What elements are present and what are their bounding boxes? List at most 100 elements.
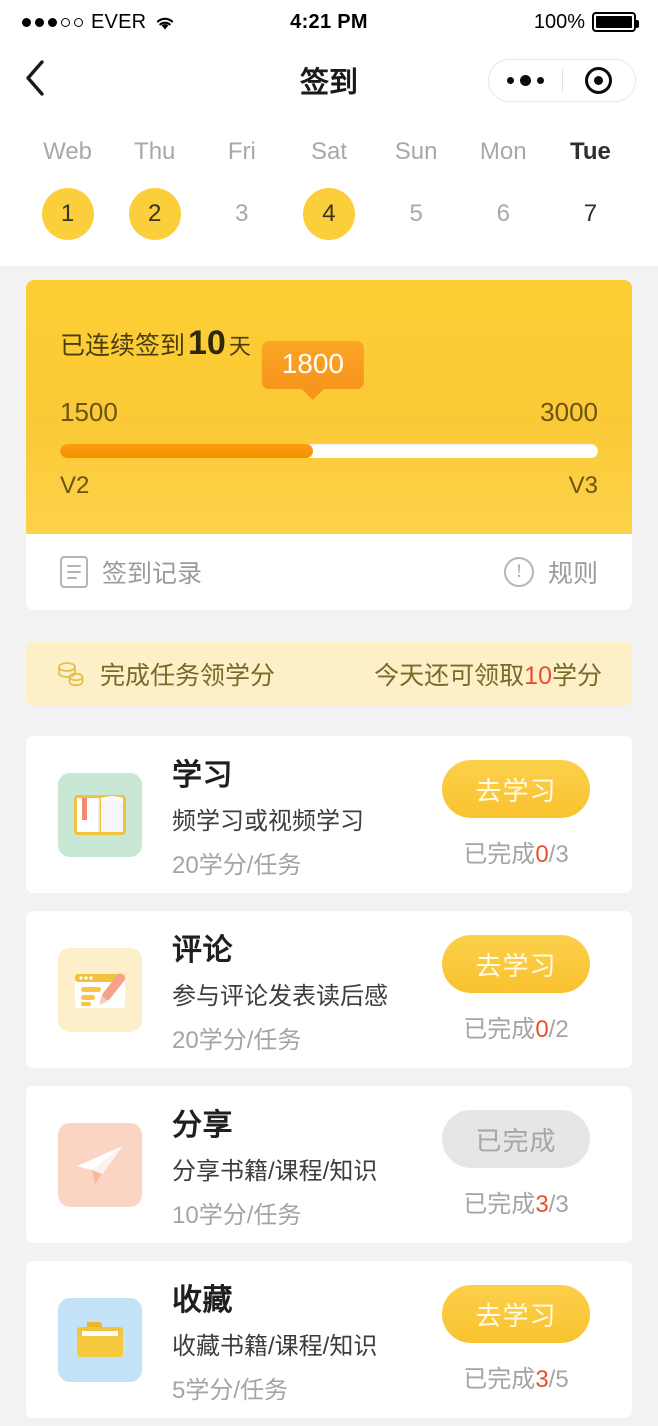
task-progress: 已完成0/2 <box>432 1009 600 1044</box>
week-day-name: Fri <box>227 138 256 165</box>
progress-current-bubble: 1800 <box>261 341 365 389</box>
streak-prefix: 已连续签到 <box>60 332 186 360</box>
app-screen: EVER 4:21 PM 100% 签到 Web 1 Thu 2 Fri 3 S… <box>0 0 658 1426</box>
task-action: 去学习 已完成3/5 <box>432 1285 600 1394</box>
task-action-button[interactable]: 去学习 <box>442 935 590 993</box>
credits-remaining-suffix: 学分 <box>551 662 602 690</box>
week-day-column[interactable]: Sat 4 <box>285 138 372 240</box>
signin-record-button[interactable]: 签到记录 <box>60 554 202 590</box>
task-action: 去学习 已完成0/3 <box>432 760 600 869</box>
rules-label: 规则 <box>547 560 598 588</box>
task-progress-prefix: 已完成 <box>463 1366 536 1393</box>
progress-track[interactable] <box>60 444 598 458</box>
comment-pencil-icon <box>58 947 142 1032</box>
streak-days: 10 <box>188 324 226 362</box>
task-title: 分享 <box>172 1108 233 1142</box>
week-day-column[interactable]: Mon 6 <box>460 138 547 240</box>
week-day-badge[interactable]: 6 <box>477 188 529 240</box>
task-row[interactable]: 分享 分享书籍/课程/知识 10学分/任务 已完成 已完成3/3 <box>26 1086 632 1243</box>
task-progress-prefix: 已完成 <box>463 841 536 868</box>
task-progress-total: /2 <box>548 1016 569 1043</box>
task-progress-done: 0 <box>535 1016 549 1043</box>
task-progress: 已完成0/3 <box>432 834 600 869</box>
week-day-name: Sun <box>394 138 438 165</box>
nav-bar: 签到 <box>0 44 658 116</box>
task-progress-total: /3 <box>548 1191 569 1218</box>
status-bar: EVER 4:21 PM 100% <box>0 0 658 44</box>
credits-banner-left: 完成任务领学分 <box>56 656 275 692</box>
level-from-label: V2 <box>60 472 90 499</box>
week-day-column[interactable]: Web 1 <box>24 138 111 240</box>
week-day-column[interactable]: Fri 3 <box>198 138 285 240</box>
signin-card: 已连续签到 10 天 1500 3000 1800 V2 V3 <box>26 280 632 534</box>
week-day-badge[interactable]: 5 <box>390 188 442 240</box>
task-credit: 20学分/任务 <box>172 1026 302 1054</box>
task-progress-done: 3 <box>535 1366 549 1393</box>
progress-max-label: 3000 <box>540 397 598 427</box>
week-day-name: Sat <box>310 138 347 165</box>
task-progress: 已完成3/5 <box>432 1359 600 1394</box>
task-info: 分享 分享书籍/课程/知识 10学分/任务 <box>142 1100 432 1230</box>
task-row[interactable]: 收藏 收藏书籍/课程/知识 5学分/任务 去学习 已完成3/5 <box>26 1261 632 1418</box>
week-day-name: Thu <box>134 138 176 165</box>
signin-card-wrap: 已连续签到 10 天 1500 3000 1800 V2 V3 <box>0 266 658 534</box>
task-action: 已完成 已完成3/3 <box>432 1110 600 1219</box>
week-day-column[interactable]: Sun 5 <box>373 138 460 240</box>
exclamation-circle-icon: ! <box>503 557 534 587</box>
task-progress: 已完成3/3 <box>432 1184 600 1219</box>
paper-plane-icon <box>58 1122 142 1207</box>
week-strip: Web 1 Thu 2 Fri 3 Sat 4 Sun 5 Mon 6 Tue … <box>0 116 658 266</box>
week-day-badge[interactable]: 4 <box>302 188 355 240</box>
week-day-badge[interactable]: 3 <box>216 188 268 240</box>
rules-button[interactable]: ! 规则 <box>503 554 598 590</box>
record-list-icon <box>60 556 88 588</box>
task-action-button[interactable]: 去学习 <box>442 1285 590 1343</box>
task-title: 收藏 <box>172 1283 233 1317</box>
task-progress-done: 3 <box>535 1191 549 1218</box>
week-day-name: Tue <box>569 138 611 165</box>
task-progress-total: /5 <box>548 1366 569 1393</box>
streak-unit: 天 <box>228 334 251 359</box>
more-dots-icon[interactable] <box>489 75 562 86</box>
week-day-column-today[interactable]: Tue 7 <box>547 138 634 240</box>
task-subtitle: 频学习或视频学习 <box>172 807 364 835</box>
week-day-name: Mon <box>479 138 527 165</box>
task-subtitle: 参与评论发表读后感 <box>172 982 388 1010</box>
task-credit: 10学分/任务 <box>172 1201 302 1229</box>
task-row[interactable]: 评论 参与评论发表读后感 20学分/任务 去学习 已完成0/2 <box>26 911 632 1068</box>
mini-program-capsule[interactable] <box>488 59 636 102</box>
coins-stack-icon <box>56 660 86 688</box>
task-title: 学习 <box>172 758 233 792</box>
task-credit: 20学分/任务 <box>172 851 302 879</box>
week-day-names-row: Web 1 Thu 2 Fri 3 Sat 4 Sun 5 Mon 6 Tue … <box>24 138 634 240</box>
week-day-column[interactable]: Thu 2 <box>111 138 198 240</box>
week-day-name: Web <box>43 138 93 165</box>
week-day-badge[interactable]: 2 <box>128 188 181 240</box>
credits-banner[interactable]: 完成任务领学分 今天还可领取10学分 <box>26 642 632 706</box>
progress-fill <box>60 444 313 458</box>
week-day-badge[interactable]: 7 <box>564 188 616 240</box>
task-subtitle: 分享书籍/课程/知识 <box>172 1157 378 1185</box>
task-info: 评论 参与评论发表读后感 20学分/任务 <box>142 925 432 1055</box>
signin-record-label: 签到记录 <box>102 560 203 588</box>
credits-remaining-prefix: 今天还可领取 <box>374 662 525 690</box>
progress-min-label: 1500 <box>60 397 118 427</box>
week-day-badge[interactable]: 1 <box>41 188 94 240</box>
task-list: 学习 频学习或视频学习 20学分/任务 去学习 已完成0/3 评论 参与评论发表… <box>0 736 658 1418</box>
level-to-label: V3 <box>568 472 598 499</box>
task-row[interactable]: 学习 频学习或视频学习 20学分/任务 去学习 已完成0/3 <box>26 736 632 893</box>
target-circle-icon[interactable] <box>563 67 636 94</box>
credits-remaining-text: 今天还可领取10学分 <box>374 656 602 692</box>
task-progress-done: 0 <box>535 841 549 868</box>
task-action: 去学习 已完成0/2 <box>432 935 600 1044</box>
task-progress-total: /3 <box>548 841 569 868</box>
task-action-button[interactable]: 去学习 <box>442 760 590 818</box>
task-info: 收藏 收藏书籍/课程/知识 5学分/任务 <box>142 1275 432 1405</box>
task-progress-prefix: 已完成 <box>463 1191 536 1218</box>
open-book-icon <box>58 772 142 857</box>
task-action-button: 已完成 <box>442 1110 590 1168</box>
clock-label: 4:21 PM <box>290 10 368 33</box>
task-title: 评论 <box>172 933 233 967</box>
progress-endpoint-labels: 1500 3000 <box>60 397 598 428</box>
task-info: 学习 频学习或视频学习 20学分/任务 <box>142 750 432 880</box>
